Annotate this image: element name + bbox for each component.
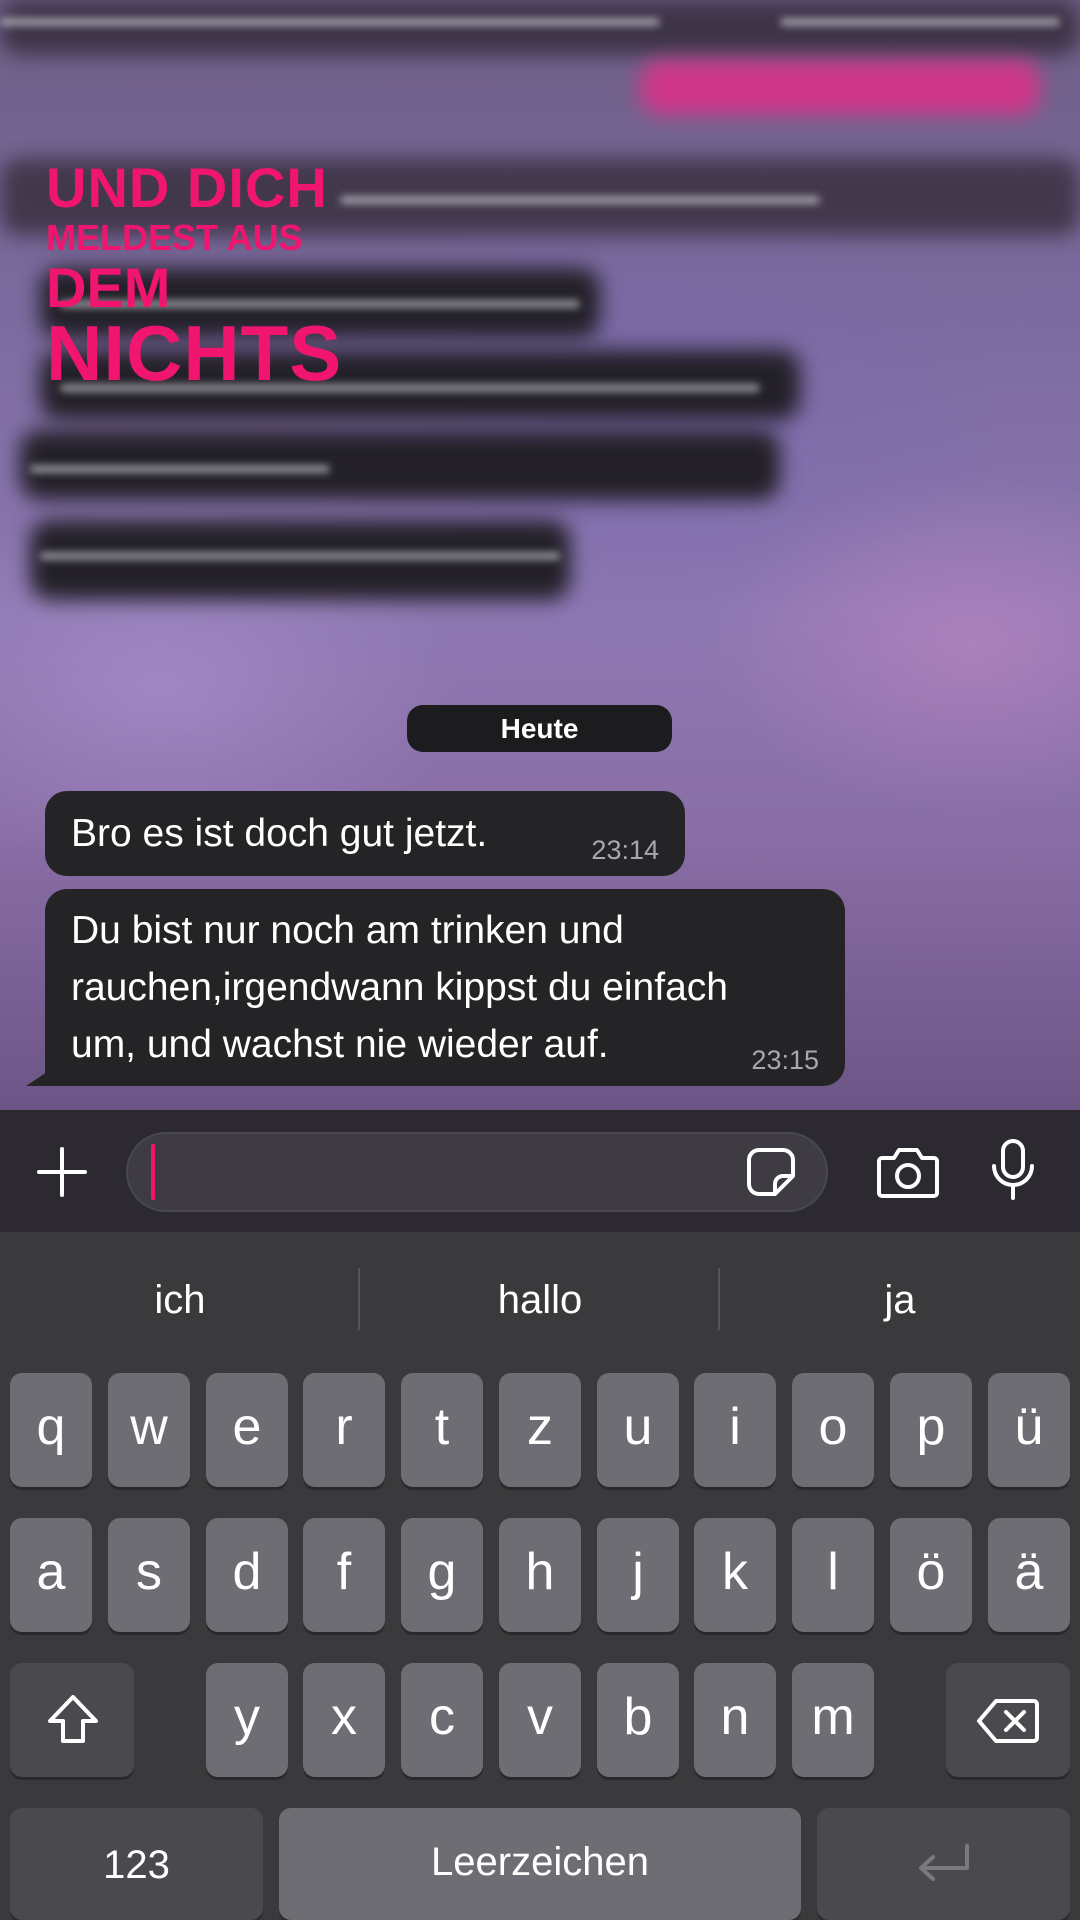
poster-line: UND DICH [46, 156, 328, 219]
blurred-band [640, 60, 1040, 115]
key[interactable]: z [499, 1373, 581, 1487]
date-separator: Heute [407, 705, 672, 752]
suggestion-item[interactable]: ja [750, 1270, 1050, 1330]
key[interactable]: w [108, 1373, 190, 1487]
key[interactable]: v [499, 1663, 581, 1777]
key[interactable]: e [206, 1373, 288, 1487]
poster-line: DEM [46, 256, 171, 319]
sticker-icon[interactable] [745, 1146, 797, 1198]
blurred-band [0, 0, 1080, 55]
suggestion-divider [718, 1268, 720, 1330]
return-key[interactable] [817, 1808, 1070, 1920]
key[interactable]: y [206, 1663, 288, 1777]
key[interactable]: h [499, 1518, 581, 1632]
key[interactable]: ü [988, 1373, 1070, 1487]
key[interactable]: ä [988, 1518, 1070, 1632]
key[interactable]: q [10, 1373, 92, 1487]
suggestion-item[interactable]: ich [30, 1270, 330, 1330]
poster-line: NICHTS [46, 309, 343, 397]
blurred-streak [780, 18, 1060, 26]
key[interactable]: j [597, 1518, 679, 1632]
key[interactable]: d [206, 1518, 288, 1632]
blurred-streak [340, 196, 820, 204]
key[interactable]: s [108, 1518, 190, 1632]
message-text-line: um, und wachst nie wieder auf. [71, 1023, 609, 1066]
backspace-icon [977, 1699, 1039, 1743]
key[interactable]: t [401, 1373, 483, 1487]
key[interactable]: b [597, 1663, 679, 1777]
key[interactable]: u [597, 1373, 679, 1487]
key[interactable]: r [303, 1373, 385, 1487]
key[interactable]: n [694, 1663, 776, 1777]
space-key[interactable]: Leerzeichen [279, 1808, 801, 1920]
key[interactable]: g [401, 1518, 483, 1632]
microphone-icon[interactable] [988, 1138, 1038, 1202]
key[interactable]: c [401, 1663, 483, 1777]
poster-line: MELDEST AUS [46, 217, 303, 258]
poster-text: UND DICH MELDEST AUS DEM NICHTS [46, 156, 343, 397]
key[interactable]: x [303, 1663, 385, 1777]
message-time: 23:14 [591, 835, 659, 865]
text-cursor [151, 1144, 155, 1200]
key[interactable]: a [10, 1518, 92, 1632]
message-time: 23:15 [751, 1045, 819, 1075]
suggestion-item[interactable]: hallo [390, 1270, 690, 1330]
key[interactable]: l [792, 1518, 874, 1632]
message-bubble-incoming[interactable]: Du bist nur noch am trinken und rauchen,… [45, 889, 845, 1086]
backspace-key[interactable] [946, 1663, 1070, 1777]
plus-icon[interactable] [33, 1143, 91, 1201]
blurred-streak [40, 552, 560, 560]
blurred-band [30, 520, 570, 600]
return-icon [919, 1844, 969, 1881]
blurred-streak [30, 465, 330, 473]
blurred-streak [0, 18, 660, 26]
message-text-line: Du bist nur noch am trinken und [71, 909, 624, 952]
message-input[interactable] [126, 1132, 828, 1212]
key[interactable]: f [303, 1518, 385, 1632]
message-text-line: rauchen,irgendwann kippst du einfach [71, 966, 728, 1009]
numbers-key[interactable]: 123 [10, 1808, 263, 1920]
shift-icon [48, 1695, 98, 1743]
key[interactable]: ö [890, 1518, 972, 1632]
key[interactable]: m [792, 1663, 874, 1777]
shift-key[interactable] [10, 1663, 134, 1777]
key[interactable]: k [694, 1518, 776, 1632]
message-text: Bro es ist doch gut jetzt. [71, 812, 488, 855]
camera-icon[interactable] [876, 1144, 940, 1200]
suggestion-divider [358, 1268, 360, 1330]
key[interactable]: p [890, 1373, 972, 1487]
key[interactable]: i [694, 1373, 776, 1487]
message-bubble-incoming[interactable]: Bro es ist doch gut jetzt. 23:14 [45, 791, 685, 876]
key[interactable]: o [792, 1373, 874, 1487]
